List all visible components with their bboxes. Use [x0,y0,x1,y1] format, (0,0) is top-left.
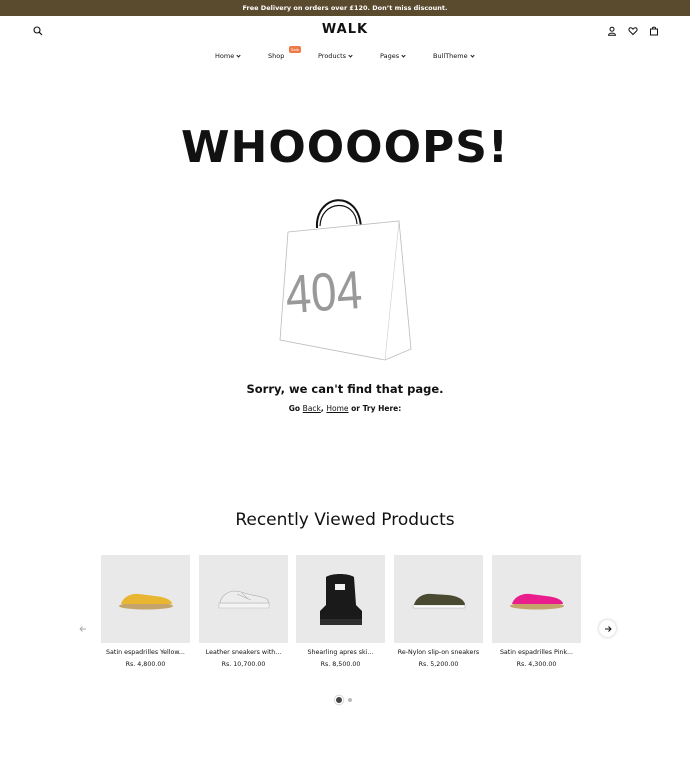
recently-viewed-title: Recently Viewed Products [235,510,455,530]
error-heading: WHOOOOPS! [181,122,509,173]
product-image[interactable] [394,555,483,643]
arrow-right-icon [604,625,612,632]
sale-badge: Sale [289,46,302,53]
nav-label: BullTheme [433,52,468,60]
heart-icon[interactable] [627,25,639,37]
announcement-bar: Free Delivery on orders over £120. Don’t… [0,0,690,16]
separator: , [320,404,324,413]
error-code: 404 [283,259,364,325]
nav-item-shop[interactable]: Shop Sale [268,46,302,60]
carousel-pagination [336,697,352,703]
product-card[interactable]: Re-Nylon slip-on sneakers Rs. 5,200.00 [394,555,483,668]
nav-label: Shop [268,52,285,60]
announcement-text: Free Delivery on orders over £120. Don’t… [242,4,448,12]
user-icon[interactable] [606,25,618,37]
go-back-line: Go Back, Home or Try Here: [0,404,690,413]
product-card[interactable]: Shearling apres ski... Rs. 8,500.00 [296,555,385,668]
go-prefix: Go [288,404,301,413]
boot-image [319,574,362,625]
espadrille-image [118,593,173,610]
chevron-down-icon [348,52,353,58]
product-price: Rs. 4,800.00 [125,661,166,668]
product-name[interactable]: Satin espadrilles Pink... [492,649,581,656]
nav-item-home[interactable]: Home [215,52,241,60]
main-nav: Home Shop Sale Products Pages BullTheme [0,46,690,64]
carousel-next-button[interactable] [599,620,616,637]
product-image[interactable] [296,555,385,643]
product-name[interactable]: Re-Nylon slip-on sneakers [394,649,483,656]
nav-label: Home [215,52,235,60]
nav-label: Products [318,52,347,60]
pagination-dot[interactable] [336,697,342,703]
error-message: Sorry, we can't find that page. [246,382,444,396]
arrow-left-icon [78,625,86,632]
product-name[interactable]: Leather sneakers with... [199,649,288,656]
shopping-bag-404-illustration: 404 [279,199,412,361]
nav-item-pages[interactable]: Pages [380,52,406,60]
sneaker-image [218,590,269,609]
nav-label: Pages [380,52,400,60]
product-card[interactable]: Satin espadrilles Yellow... Rs. 4,800.00 [101,555,190,668]
product-card[interactable]: Leather sneakers with... Rs. 10,700.00 [199,555,288,668]
product-name[interactable]: Shearling apres ski... [296,649,385,656]
product-price: Rs. 10,700.00 [221,661,266,668]
product-image[interactable] [101,555,190,643]
product-card[interactable]: Satin espadrilles Pink... Rs. 4,300.00 [492,555,581,668]
carousel-prev-button[interactable] [74,620,91,637]
slip-on-sneaker-image [412,593,465,609]
site-header: WALK [0,16,690,46]
espadrille-image [509,593,564,610]
bag-icon[interactable] [648,25,660,37]
product-name[interactable]: Satin espadrilles Yellow... [101,649,190,656]
product-image[interactable] [492,555,581,643]
chevron-down-icon [401,52,406,58]
product-image[interactable] [199,555,288,643]
home-link[interactable]: Home [326,404,348,413]
chevron-down-icon [236,52,241,58]
recently-viewed-products: Satin espadrilles Yellow... Rs. 4,800.00… [101,555,581,675]
pagination-dot[interactable] [348,698,352,702]
chevron-down-icon [470,52,475,58]
product-price: Rs. 8,500.00 [320,661,361,668]
product-price: Rs. 4,300.00 [516,661,557,668]
back-link[interactable]: Back [303,404,321,413]
nav-item-products[interactable]: Products [318,52,353,60]
try-suffix: or Try Here: [351,404,402,413]
nav-item-bulltheme[interactable]: BullTheme [433,52,475,60]
product-price: Rs. 5,200.00 [418,661,459,668]
site-logo[interactable]: WALK [0,22,690,37]
